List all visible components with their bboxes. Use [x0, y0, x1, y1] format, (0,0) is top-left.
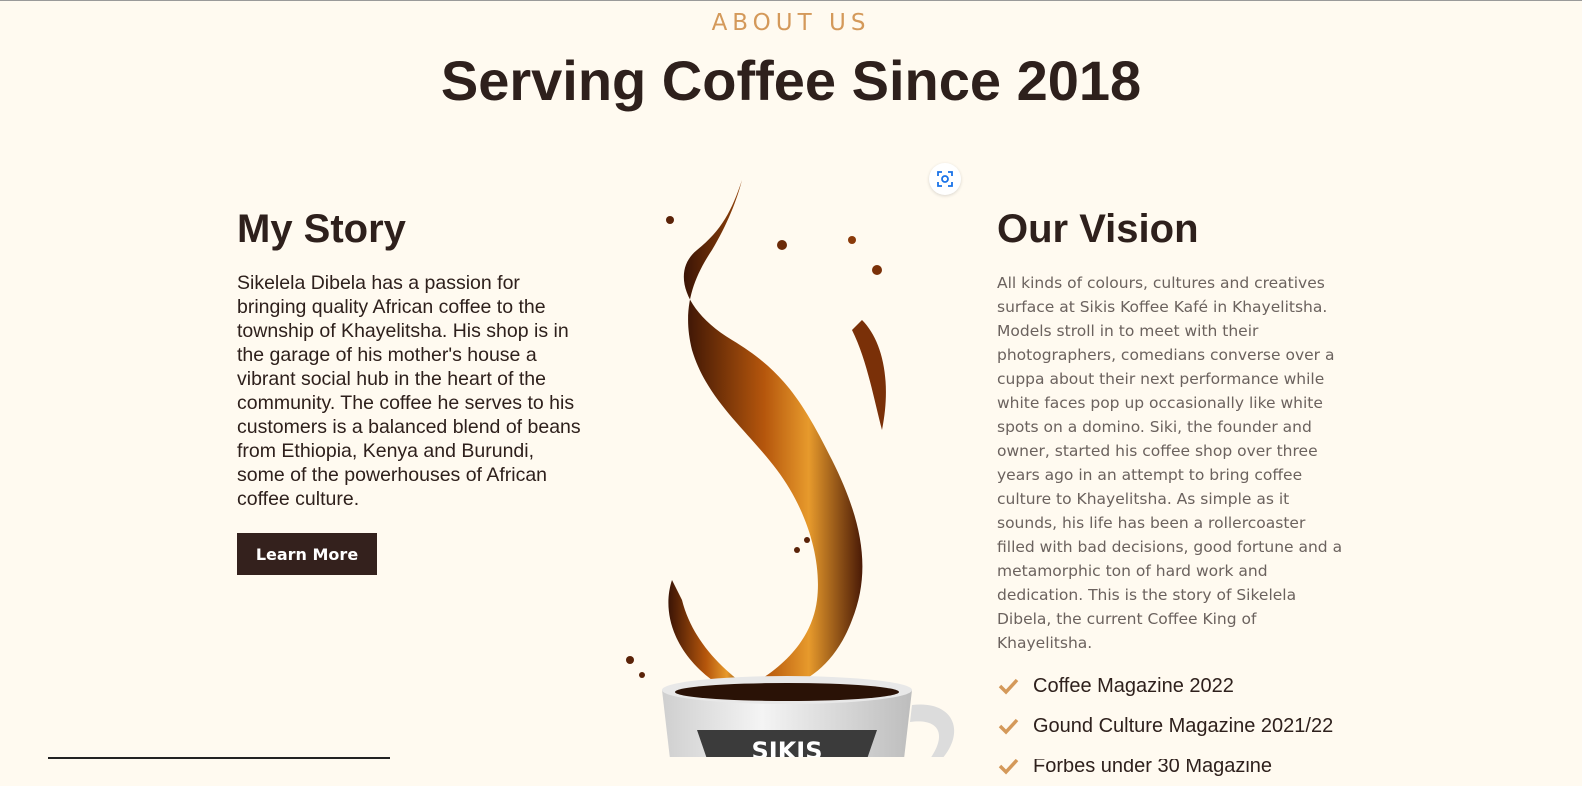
top-divider	[0, 0, 1582, 1]
awards-list: Coffee Magazine 2022 Gound Culture Magaz…	[997, 666, 1333, 786]
our-vision-column: Our Vision All kinds of colours, culture…	[997, 205, 1347, 655]
our-vision-text: All kinds of colours, cultures and creat…	[997, 274, 1343, 652]
our-vision-title: Our Vision	[997, 207, 1199, 251]
award-item: Forbes under 30 Magazine	[997, 746, 1333, 786]
coffee-splash-image: SIKIS	[626, 180, 955, 759]
my-story-title: My Story	[237, 207, 406, 251]
section-headline: Serving Coffee Since 2018	[440, 49, 1142, 112]
award-label: Gound Culture Magazine 2021/22	[1033, 714, 1334, 737]
award-item: Gound Culture Magazine 2021/22	[997, 706, 1333, 746]
learn-more-button[interactable]: Learn More	[237, 533, 377, 575]
my-story-column: My Story Sikelela Dibela has a passion f…	[237, 205, 597, 511]
award-item: Coffee Magazine 2022	[997, 666, 1333, 706]
check-icon	[998, 678, 1019, 695]
visual-search-icon[interactable]	[929, 163, 961, 195]
check-icon	[998, 718, 1019, 735]
my-story-text: Sikelela Dibela has a passion for bringi…	[237, 272, 581, 510]
section-eyebrow: ABOUT US	[711, 10, 871, 36]
cup-logo-text: SIKIS	[751, 737, 822, 759]
award-label: Coffee Magazine 2022	[1033, 674, 1234, 697]
